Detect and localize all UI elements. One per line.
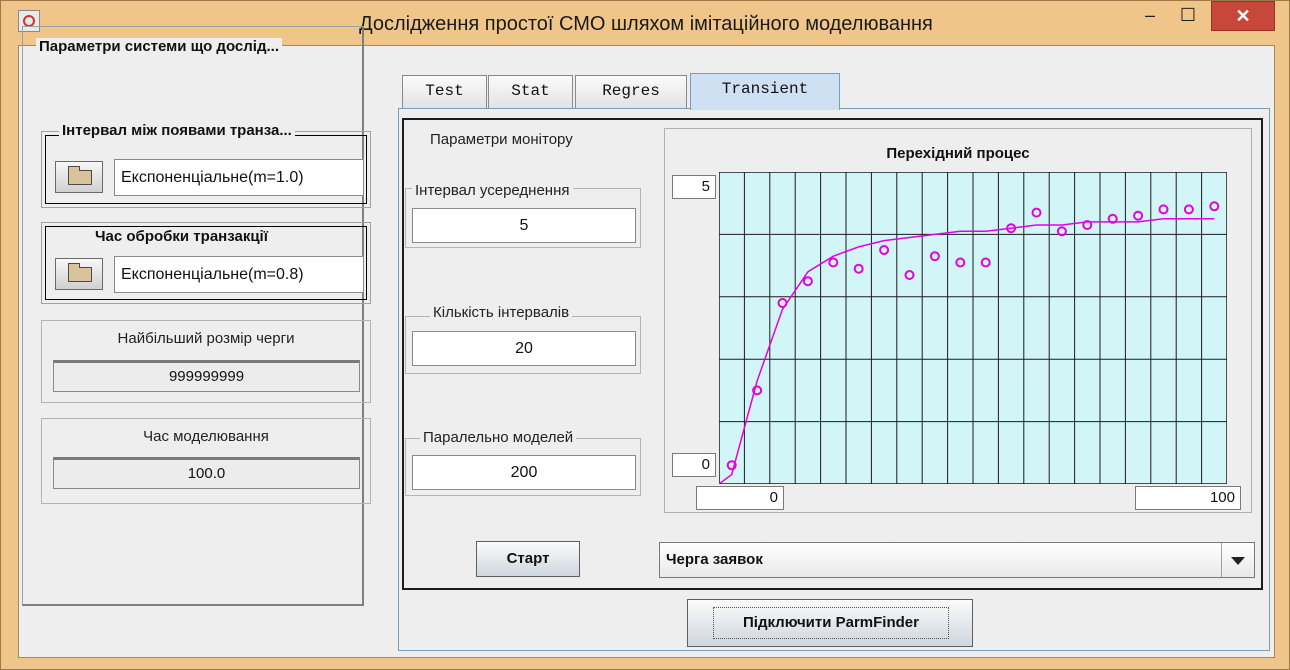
y-max-field[interactable]: 5 (672, 175, 716, 199)
system-params-title: Параметри системи що дослід... (36, 38, 282, 55)
arrival-open-button[interactable] (55, 161, 103, 193)
max-queue-label: Найбільший розмір черги (117, 330, 295, 347)
parallel-models-input[interactable]: 200 (412, 455, 636, 490)
tab-test[interactable]: Test (402, 75, 487, 108)
tab-regres[interactable]: Regres (575, 75, 687, 108)
connect-parmfinder-button[interactable]: Підключити ParmFinder (687, 599, 973, 647)
max-queue-field[interactable]: 999999999 (53, 360, 360, 392)
maximize-button[interactable]: ☐ (1171, 1, 1205, 31)
sim-time-field[interactable]: 100.0 (53, 457, 360, 489)
max-queue-group: Найбільший розмір черги 999999999 (41, 320, 371, 403)
parallel-models-label: Паралельно моделей (420, 429, 577, 446)
chevron-down-icon[interactable] (1221, 543, 1254, 577)
transient-plot (719, 172, 1227, 484)
system-params-panel (22, 26, 364, 606)
minimize-button[interactable]: – (1134, 1, 1166, 31)
avg-interval-input[interactable]: 5 (412, 208, 636, 243)
arrival-interval-title: Інтервал між появами транза... (59, 122, 295, 139)
service-distribution-field[interactable]: Експоненціальне(m=0.8) (114, 256, 364, 293)
chart-title: Перехідний процес (886, 145, 1030, 162)
avg-interval-label: Інтервал усереднення (412, 182, 573, 199)
service-open-button[interactable] (55, 258, 103, 290)
tab-transient[interactable]: Transient (690, 73, 840, 110)
start-button[interactable]: Старт (476, 541, 580, 577)
connect-parmfinder-label: Підключити ParmFinder (713, 607, 949, 639)
sim-time-label: Час моделювання (143, 428, 269, 445)
intervals-count-input[interactable]: 20 (412, 331, 636, 366)
service-time-title: Час обробки транзакції (92, 228, 271, 245)
queue-select[interactable]: Черга заявок (659, 542, 1255, 578)
folder-icon (68, 166, 92, 185)
x-min-field[interactable]: 0 (696, 486, 784, 510)
monitor-params-title: Параметри монітору (430, 131, 573, 148)
y-min-field[interactable]: 0 (672, 453, 716, 477)
arrival-distribution-field[interactable]: Експоненціальне(m=1.0) (114, 159, 364, 196)
close-button[interactable]: ✕ (1211, 1, 1275, 31)
tab-stat[interactable]: Stat (488, 75, 573, 108)
sim-time-group: Час моделювання 100.0 (41, 418, 371, 504)
folder-icon (68, 263, 92, 282)
x-max-field[interactable]: 100 (1135, 486, 1241, 510)
queue-select-value: Черга заявок (666, 551, 763, 568)
intervals-count-label: Кількість інтервалів (430, 304, 573, 321)
